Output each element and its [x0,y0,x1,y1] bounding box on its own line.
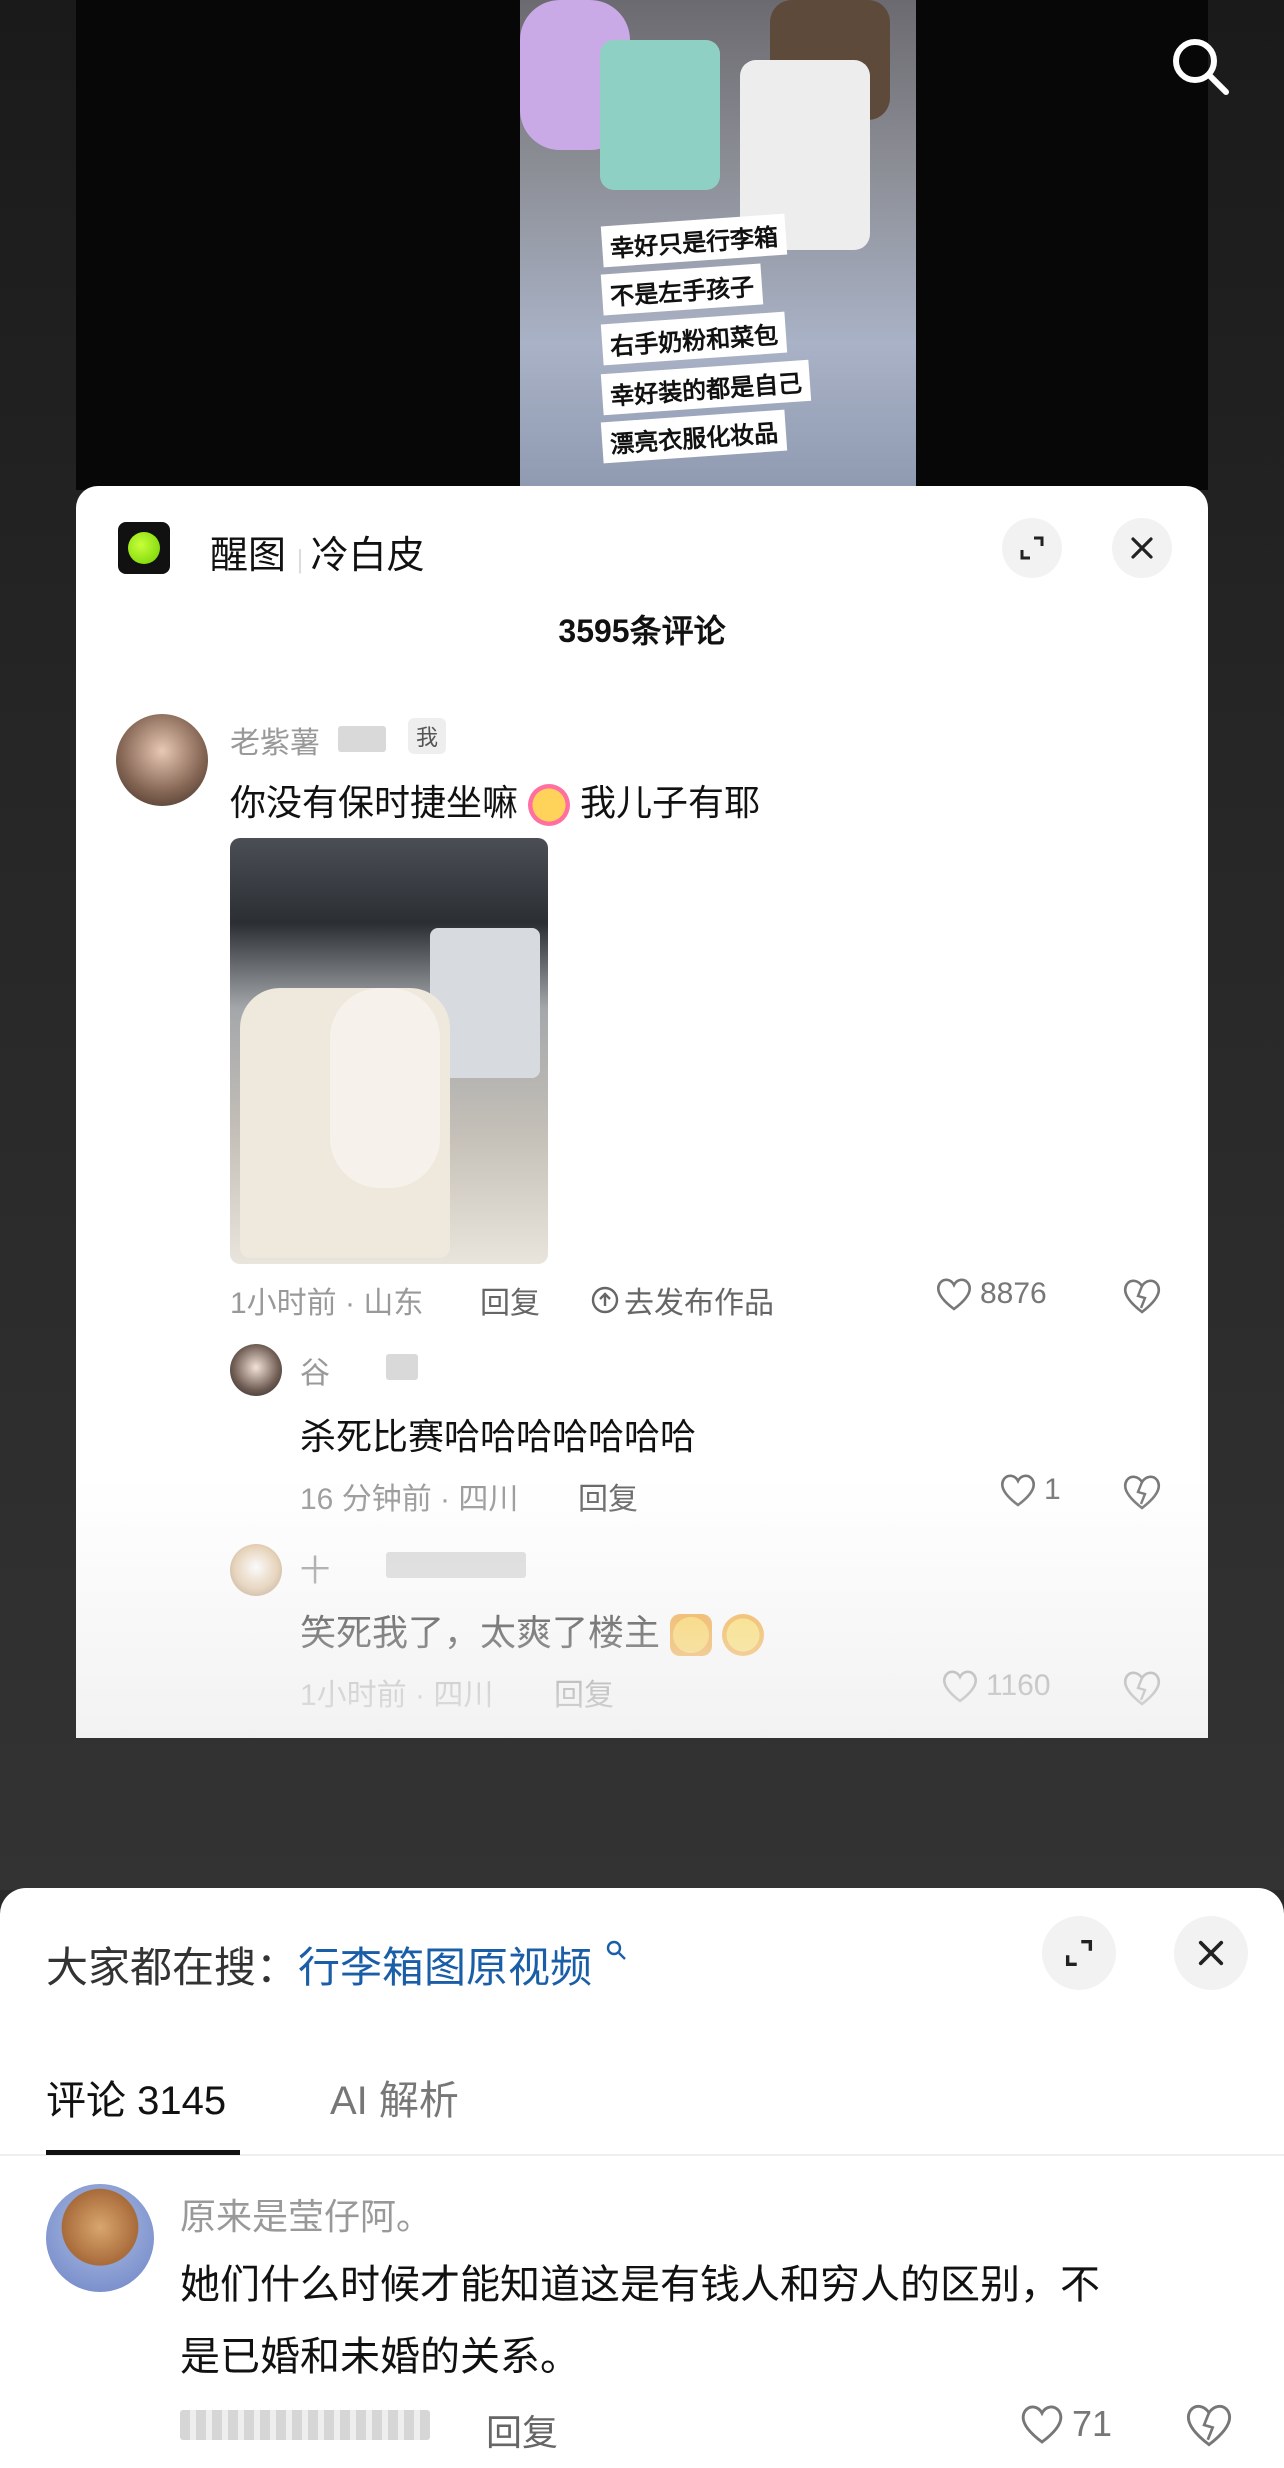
caption-line: 漂亮衣服化妆品 [600,409,788,464]
close-button[interactable] [1174,1916,1248,1990]
brand-name: 醒图 [210,535,287,577]
dislike-icon[interactable] [1120,1276,1164,1316]
reply-button[interactable]: 回复 [578,1474,638,1518]
reply-text-content: 笑死我了，太爽了楼主 [300,1612,661,1653]
photo-child [330,988,440,1188]
close-icon [1198,1940,1224,1966]
comment-text: 你没有保时捷坐嘛 我儿子有耶 [230,774,761,827]
sheet-tabs: 评论 3145 AI 解析 [0,2040,1284,2156]
brand-subtitle: 冷白皮 [310,535,425,577]
comment-username[interactable]: 老紫薯 [230,718,320,762]
like-count: 71 [1072,2403,1113,2444]
grin-emoji-icon [722,1614,765,1657]
avatar[interactable] [46,2184,154,2292]
tab-comments[interactable]: 评论 3145 [46,2068,226,2126]
reply-button[interactable]: 回复 [480,1278,540,1322]
suitcase-mint [600,40,720,190]
reply-button[interactable]: 回复 [486,2404,558,2456]
caption-line: 不是左手孩子 [600,263,764,316]
dislike-icon[interactable] [1120,1668,1164,1708]
caption-line: 幸好装的都是自己 [600,359,812,416]
publish-button[interactable]: 去发布作品 [590,1278,774,1322]
like-count: 1160 [986,1669,1051,1702]
comment-text-part1: 你没有保时捷坐嘛 [230,782,519,823]
reply-button[interactable]: 回复 [554,1670,614,1714]
heart-icon [942,1670,978,1703]
search-icon[interactable] [1168,34,1232,98]
video-caption: 幸好只是行李箱 不是左手孩子 右手奶粉和菜包 幸好装的都是自己 漂亮衣服化妆品 [600,213,812,464]
comment-text-part2: 我儿子有耶 [580,782,761,823]
caption-line: 右手奶粉和菜包 [600,311,788,366]
avatar[interactable] [116,714,208,806]
trending-search[interactable]: 大家都在搜：行李箱图原视频 [46,1934,628,1995]
trending-search-link[interactable]: 行李箱图原视频 [298,1944,592,1991]
heart-icon [1021,2405,1063,2444]
reply-meta: 16 分钟前 · 四川 [300,1483,519,1516]
like-button[interactable]: 8876 [934,1276,1047,1312]
reply-username[interactable]: 谷 [300,1348,330,1392]
like-button[interactable]: 71 [1018,2402,1112,2446]
video-player[interactable]: 幸好只是行李箱 不是左手孩子 右手奶粉和菜包 幸好装的都是自己 漂亮衣服化妆品 [76,0,1208,490]
reply-avatar[interactable] [230,1344,282,1396]
expand-button[interactable] [1002,518,1062,578]
dislike-icon[interactable] [1120,1472,1164,1512]
blurred-meta [180,2410,430,2440]
reply-text: 杀死比赛哈哈哈哈哈哈哈 [300,1416,697,1457]
reply-username[interactable]: 十 [300,1546,330,1590]
expand-icon [1020,536,1044,560]
close-button[interactable] [1112,518,1172,578]
trending-search-prefix: 大家都在搜： [46,1944,299,1991]
reply-meta: 1小时前 · 四川 [300,1679,494,1712]
hug-emoji-icon [528,784,571,827]
reply-text: 笑死我了，太爽了楼主 [300,1604,765,1657]
expand-button[interactable] [1042,1916,1116,1990]
upload-icon [591,1286,619,1314]
blurred-name [386,1552,526,1578]
me-badge: 我 [408,718,447,754]
video-frame[interactable]: 幸好只是行李箱 不是左手孩子 右手奶粉和菜包 幸好装的都是自己 漂亮衣服化妆品 [520,0,916,490]
blurred-name [338,726,386,752]
blurred-name [386,1354,418,1380]
expand-icon [1065,1939,1093,1967]
comment-username[interactable]: 原来是莹仔阿。 [180,2188,432,2240]
small-search-icon [606,1940,626,1960]
comment-meta: 1小时前 · 山东 [230,1287,424,1320]
dislike-icon[interactable] [1182,2400,1236,2450]
heart-icon [1000,1474,1036,1507]
comment-sheet: 大家都在搜：行李箱图原视频 评论 3145 AI 解析 原来是莹仔阿。 她们什么… [0,1888,1284,2468]
brand-title: 醒图 | 冷白皮 [210,535,425,577]
inner-comment-card: 醒图 | 冷白皮 3595条评论 老紫薯 我 你没有保时捷坐嘛 我儿子有耶 1小… [76,486,1208,1738]
caption-line: 幸好只是行李箱 [600,213,788,268]
heart-icon [936,1278,972,1311]
thumbs-up-emoji-icon [670,1614,713,1657]
comment-text-line: 是已婚和未婚的关系。 [180,2335,580,2379]
like-button[interactable]: 1160 [940,1668,1051,1704]
reply-avatar[interactable] [230,1544,282,1596]
like-button[interactable]: 1 [998,1472,1061,1508]
like-count: 1 [1044,1473,1061,1506]
like-count: 8876 [980,1277,1047,1310]
tab-ai-analysis[interactable]: AI 解析 [330,2068,459,2126]
comment-photo[interactable] [230,838,548,1264]
active-tab-indicator [46,2150,240,2155]
publish-label: 去发布作品 [624,1287,774,1320]
comment-count: 3595条评论 [558,613,726,649]
close-icon [1131,537,1153,559]
app-logo-icon [118,522,170,574]
comment-text-line: 她们什么时候才能知道这是有钱人和穷人的区别，不 [180,2263,1100,2307]
